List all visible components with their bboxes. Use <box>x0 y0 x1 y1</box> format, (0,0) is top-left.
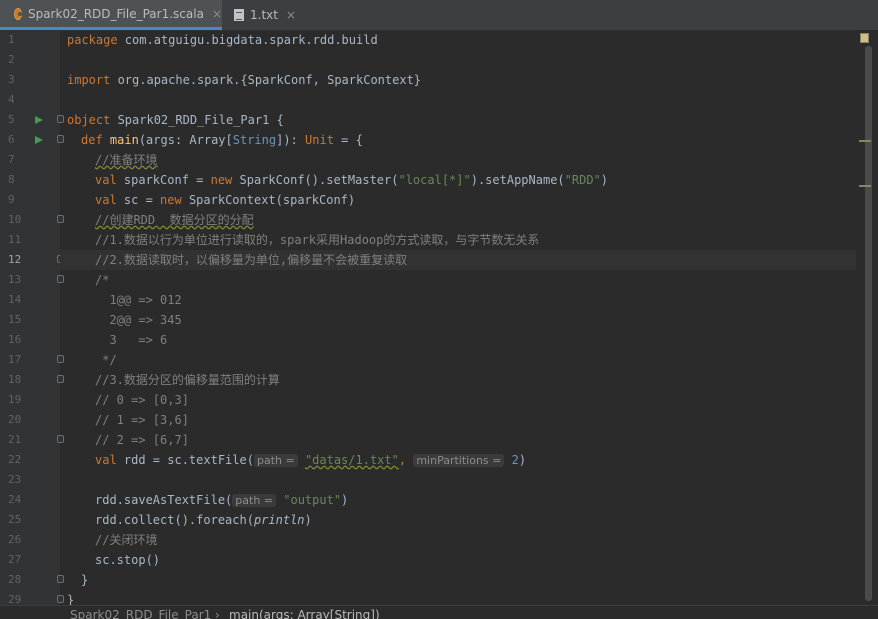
line-number: 28 <box>0 570 64 590</box>
run-icon[interactable] <box>35 116 43 124</box>
tab-label: 1.txt <box>250 8 278 22</box>
line-number: 20 <box>8 413 22 426</box>
line-number: 6 <box>0 130 64 150</box>
breadcrumb-item-method[interactable]: main(args: Array[String]) <box>229 608 380 619</box>
run-icon[interactable] <box>35 136 43 144</box>
code-line[interactable]: 3 => 6 <box>60 330 856 350</box>
code-line[interactable]: //创建RDD 数据分区的分配 <box>60 210 856 230</box>
line-number: 13 <box>0 270 64 290</box>
code-line[interactable]: 1@@ => 012 <box>60 290 856 310</box>
line-number: 17 <box>0 350 64 370</box>
line-number: 10 <box>0 210 64 230</box>
line-number: 23 <box>8 473 22 486</box>
line-number-current: 12 <box>0 250 64 270</box>
line-number: 26 <box>8 533 22 546</box>
tab-1-txt[interactable]: 1.txt × <box>224 0 304 30</box>
code-line[interactable]: val rdd = sc.textFile(path = "datas/1.tx… <box>60 450 856 470</box>
line-number: 1 <box>8 33 15 46</box>
breadcrumb: Spark02_RDD_File_Par1 › main(args: Array… <box>0 605 878 619</box>
editor-tab-bar: Spark02_RDD_File_Par1.scala × 1.txt × <box>0 0 878 31</box>
code-line[interactable]: sc.stop() <box>60 550 856 570</box>
warning-marker[interactable] <box>859 140 871 142</box>
line-number: 14 <box>8 293 22 306</box>
close-icon[interactable]: × <box>212 7 222 21</box>
line-number: 15 <box>8 313 22 326</box>
warning-marker[interactable] <box>859 185 871 187</box>
line-number: 16 <box>8 333 22 346</box>
line-number: 19 <box>8 393 22 406</box>
code-line[interactable]: // 0 => [0,3] <box>60 390 856 410</box>
code-line[interactable]: package com.atguigu.bigdata.spark.rdd.bu… <box>60 30 856 50</box>
line-number: 9 <box>8 193 15 206</box>
vertical-scrollbar[interactable] <box>856 30 878 605</box>
line-number: 22 <box>8 453 22 466</box>
parameter-hint: path = <box>232 494 277 507</box>
line-number: 21 <box>0 430 64 450</box>
code-line[interactable]: // 2 => [6,7] <box>60 430 856 450</box>
tab-label: Spark02_RDD_File_Par1.scala <box>27 6 204 21</box>
code-line[interactable]: val sc = new SparkContext(sparkConf) <box>60 190 856 210</box>
code-line[interactable]: object Spark02_RDD_File_Par1 { <box>60 110 856 130</box>
code-editor[interactable]: package com.atguigu.bigdata.spark.rdd.bu… <box>60 30 856 607</box>
line-number: 27 <box>8 553 22 566</box>
parameter-hint: path = <box>253 454 298 467</box>
code-line[interactable]: rdd.collect().foreach(println) <box>60 510 856 530</box>
scala-file-icon <box>14 7 22 20</box>
inspection-status-icon[interactable] <box>860 33 869 43</box>
close-icon[interactable]: × <box>286 8 296 22</box>
code-line[interactable]: // 1 => [3,6] <box>60 410 856 430</box>
breadcrumb-item-object[interactable]: Spark02_RDD_File_Par1 <box>70 608 211 619</box>
tab-spark02-scala[interactable]: Spark02_RDD_File_Par1.scala × <box>0 0 222 30</box>
code-line[interactable]: val sparkConf = new SparkConf().setMaste… <box>60 170 856 190</box>
code-line-current[interactable]: //2.数据读取时，以偏移量为单位,偏移量不会被重复读取 <box>60 250 856 270</box>
code-line[interactable]: //准备环境 <box>60 150 856 170</box>
code-line[interactable]: def main(args: Array[String]): Unit = { <box>60 130 856 150</box>
code-line[interactable]: 2@@ => 345 <box>60 310 856 330</box>
code-line[interactable]: /* <box>60 270 856 290</box>
code-line[interactable]: //1.数据以行为单位进行读取的，spark采用Hadoop的方式读取，与字节数… <box>60 230 856 250</box>
scrollbar-thumb[interactable] <box>865 46 872 601</box>
code-line[interactable]: rdd.saveAsTextFile(path = "output") <box>60 490 856 510</box>
line-number: 11 <box>8 233 22 246</box>
code-line[interactable]: */ <box>60 350 856 370</box>
code-line[interactable]: //关闭环境 <box>60 530 856 550</box>
line-number: 18 <box>0 370 64 390</box>
line-number-gutter: 1 2 3 4 5 6 7 8 9 10 11 12 13 14 15 16 1… <box>0 30 64 606</box>
line-number: 3 <box>8 73 15 86</box>
line-number: 5 <box>0 110 64 130</box>
code-line[interactable]: } <box>60 570 856 590</box>
line-number: 2 <box>8 53 15 66</box>
line-number: 4 <box>8 93 15 106</box>
text-file-icon <box>234 9 244 21</box>
line-number: 7 <box>8 153 15 166</box>
breadcrumb-separator: › <box>215 608 220 619</box>
line-number: 25 <box>8 513 22 526</box>
code-line[interactable]: //3.数据分区的偏移量范围的计算 <box>60 370 856 390</box>
line-number: 8 <box>8 173 15 186</box>
code-line[interactable]: import org.apache.spark.{SparkConf, Spar… <box>60 70 856 90</box>
parameter-hint: minPartitions = <box>413 454 505 467</box>
line-number: 24 <box>8 493 22 506</box>
